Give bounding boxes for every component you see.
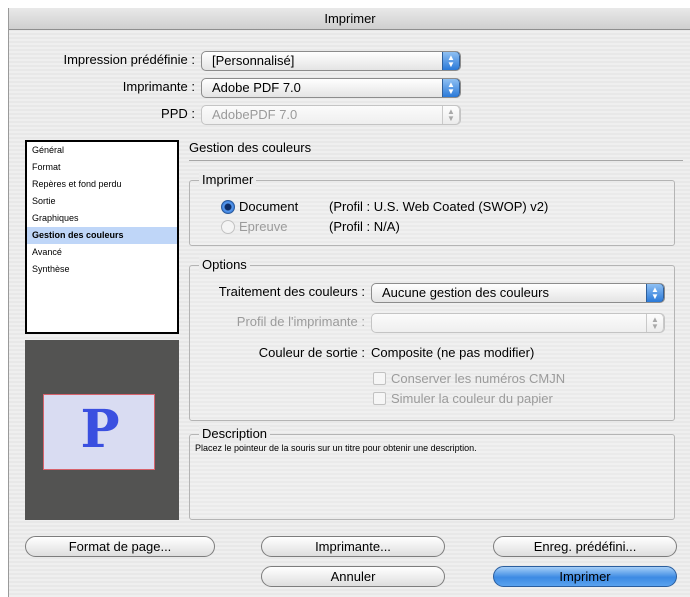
window-title: Imprimer xyxy=(9,8,690,30)
proof-radio xyxy=(221,220,235,234)
page-setup-button[interactable]: Format de page... xyxy=(25,536,215,557)
sidebar-item-marks-bleed[interactable]: Repères et fond perdu xyxy=(27,176,177,193)
proof-label: Epreuve xyxy=(239,219,288,234)
save-preset-button[interactable]: Enreg. prédéfini... xyxy=(493,536,677,557)
section-list[interactable]: Général Format Repères et fond perdu Sor… xyxy=(25,140,179,334)
output-color-label: Couleur de sortie : xyxy=(258,345,365,360)
chevron-updown-icon: ▲ ▼ xyxy=(442,106,460,124)
sidebar-item-color-management[interactable]: Gestion des couleurs xyxy=(27,227,177,244)
ppd-value: AdobePDF 7.0 xyxy=(212,107,298,122)
print-button[interactable]: Imprimer xyxy=(493,566,677,587)
page-preview: P xyxy=(25,340,179,520)
cancel-button[interactable]: Annuler xyxy=(261,566,445,587)
panel-title: Gestion des couleurs xyxy=(189,140,312,155)
preserve-cmyk-label: Conserver les numéros CMJN xyxy=(391,371,566,386)
preset-label: Impression prédéfinie : xyxy=(63,52,195,67)
print-dialog: Imprimer Impression prédéfinie : [Person… xyxy=(8,8,690,597)
document-profile: (Profil : U.S. Web Coated (SWOP) v2) xyxy=(329,199,549,214)
output-color-value: Composite (ne pas modifier) xyxy=(371,345,535,360)
printer-label: Imprimante : xyxy=(122,79,195,94)
chevron-updown-icon: ▲ ▼ xyxy=(646,314,664,332)
chevron-updown-icon: ▲ ▼ xyxy=(442,79,460,97)
ppd-label: PPD : xyxy=(161,106,195,121)
printer-profile-popup: ▲ ▼ xyxy=(371,313,665,333)
printer-value: Adobe PDF 7.0 xyxy=(212,80,301,95)
simulate-paper-label: Simuler la couleur du papier xyxy=(391,391,553,406)
color-handling-value: Aucune gestion des couleurs xyxy=(382,285,549,300)
sidebar-item-advanced[interactable]: Avancé xyxy=(27,244,177,261)
ppd-popup: AdobePDF 7.0 ▲ ▼ xyxy=(201,105,461,125)
simulate-paper-checkbox xyxy=(373,392,386,405)
color-handling-popup[interactable]: Aucune gestion des couleurs ▲ ▼ xyxy=(371,283,665,303)
preview-letter: P xyxy=(80,399,120,460)
preset-popup[interactable]: [Personnalisé] ▲ ▼ xyxy=(201,51,461,71)
sidebar-item-output[interactable]: Sortie xyxy=(27,193,177,210)
printer-popup[interactable]: Adobe PDF 7.0 ▲ ▼ xyxy=(201,78,461,98)
printer-profile-label: Profil de l'imprimante : xyxy=(236,314,365,329)
document-radio[interactable] xyxy=(221,200,235,214)
document-label[interactable]: Document xyxy=(239,199,298,214)
description-title: Description xyxy=(199,426,271,441)
sidebar-item-format[interactable]: Format xyxy=(27,159,177,176)
sidebar-item-summary[interactable]: Synthèse xyxy=(27,261,177,278)
preset-value: [Personnalisé] xyxy=(212,53,295,68)
color-handling-label: Traitement des couleurs : xyxy=(218,284,365,299)
sidebar-item-general[interactable]: Général xyxy=(27,142,177,159)
description-text: Placez le pointeur de la souris sur un t… xyxy=(195,443,477,453)
sidebar-item-graphics[interactable]: Graphiques xyxy=(27,210,177,227)
panel-divider xyxy=(189,160,683,161)
preview-page: P xyxy=(43,394,155,470)
printer-button[interactable]: Imprimante... xyxy=(261,536,445,557)
preserve-cmyk-checkbox xyxy=(373,372,386,385)
print-group-title: Imprimer xyxy=(199,172,257,187)
options-group-title: Options xyxy=(199,257,250,272)
proof-profile: (Profil : N/A) xyxy=(329,219,400,234)
chevron-updown-icon: ▲ ▼ xyxy=(646,284,664,302)
chevron-updown-icon: ▲ ▼ xyxy=(442,52,460,70)
